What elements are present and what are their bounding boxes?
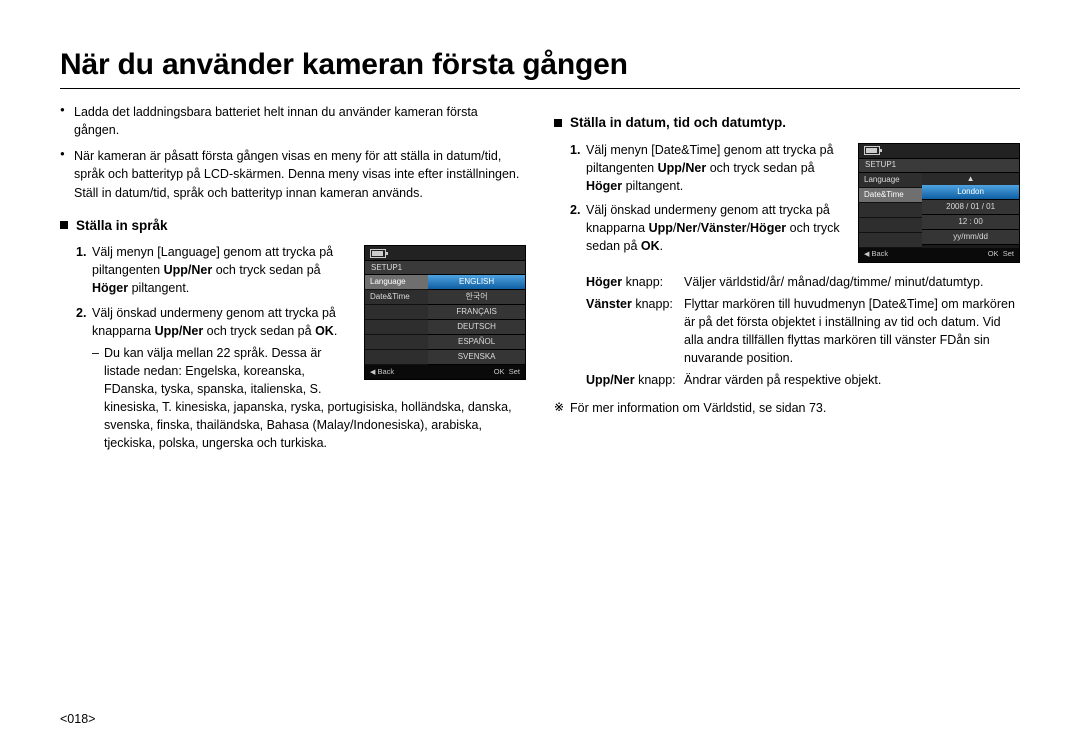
step-text: Välj önskad undermeny genom att trycka p… [92, 306, 337, 338]
manual-page: När du använder kameran första gången La… [0, 0, 1080, 752]
step-number: 2. [76, 304, 86, 322]
intro-bullet: När kameran är påsatt första gången visa… [60, 147, 526, 201]
footnote: ※ För mer information om Världstid, se s… [554, 399, 1020, 417]
reference-mark-icon: ※ [554, 399, 564, 416]
definition-row: Upp/Ner knapp: Ändrar värden på respekti… [586, 371, 1020, 389]
step-text: Välj önskad undermeny genom att trycka p… [586, 203, 840, 253]
section-heading-datetime: Ställa in datum, tid och datumtyp. [554, 113, 1020, 133]
step-text: Välj menyn [Date&Time] genom att trycka … [586, 143, 834, 193]
step-item: 1. Välj menyn [Language] genom att tryck… [76, 243, 526, 297]
step-number: 1. [76, 243, 86, 261]
definition-term: Höger knapp: [586, 273, 684, 291]
definition-row: Vänster knapp: Flyttar markören till huv… [586, 295, 1020, 368]
section-heading-language: Ställa in språk [60, 216, 526, 236]
step-item: 1. Välj menyn [Date&Time] genom att tryc… [570, 141, 1020, 195]
definition-desc: Flyttar markören till huvudmenyn [Date&T… [684, 295, 1020, 368]
step-number: 1. [570, 141, 580, 159]
left-column: Ladda det laddningsbara batteriet helt i… [60, 103, 526, 459]
definition-row: Höger knapp: Väljer världstid/år/ månad/… [586, 273, 1020, 291]
page-number: <018> [60, 712, 95, 726]
two-column-layout: Ladda det laddningsbara batteriet helt i… [60, 103, 1020, 459]
definition-desc: Väljer världstid/år/ månad/dag/timme/ mi… [684, 273, 1020, 291]
step-item: 2. Välj önskad undermeny genom att tryck… [570, 201, 1020, 255]
page-title: När du använder kameran första gången [60, 48, 1020, 89]
footnote-text: För mer information om Världstid, se sid… [570, 401, 826, 415]
step-text: Välj menyn [Language] genom att trycka p… [92, 245, 333, 295]
section-heading-text: Ställa in språk [76, 216, 168, 236]
step-number: 2. [570, 201, 580, 219]
language-steps: 1. Välj menyn [Language] genom att tryck… [60, 243, 526, 452]
step-sublist: Du kan välja mellan 22 språk. Dessa är l… [92, 344, 526, 453]
intro-bullet-list: Ladda det laddningsbara batteriet helt i… [60, 103, 526, 202]
intro-bullet: Ladda det laddningsbara batteriet helt i… [60, 103, 526, 139]
section-heading-text: Ställa in datum, tid och datumtyp. [570, 113, 786, 133]
definition-term: Vänster knapp: [586, 295, 684, 368]
sublist-item: Du kan välja mellan 22 språk. Dessa är l… [92, 344, 526, 453]
definition-desc: Ändrar värden på respektive objekt. [684, 371, 1020, 389]
button-definitions: Höger knapp: Väljer världstid/år/ månad/… [554, 273, 1020, 390]
step-item: 2. Välj önskad undermeny genom att tryck… [76, 304, 526, 453]
right-column: Ställa in datum, tid och datumtyp. SETUP… [554, 103, 1020, 459]
definition-term: Upp/Ner knapp: [586, 371, 684, 389]
